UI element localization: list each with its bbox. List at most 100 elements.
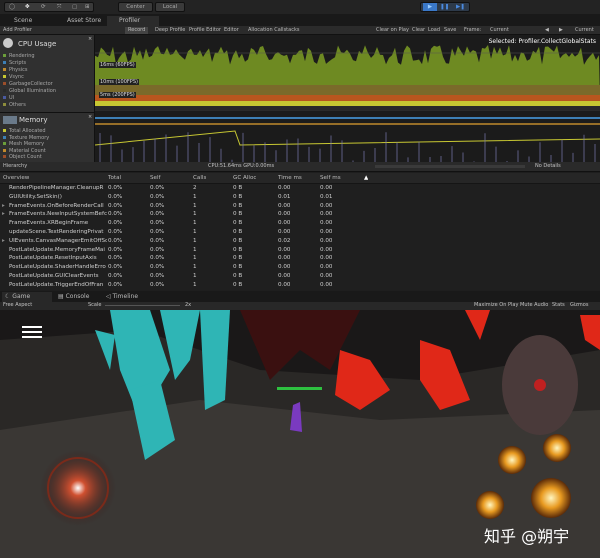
- step-icon[interactable]: ▶❚: [456, 3, 465, 11]
- cpu-legend-item[interactable]: UI: [3, 95, 14, 101]
- save-button[interactable]: Save: [444, 27, 456, 34]
- cpu-legend-item[interactable]: GarbageCollector: [3, 81, 53, 87]
- editor-dropdown[interactable]: Editor: [224, 27, 239, 34]
- hand-tool-icon[interactable]: ◯: [9, 3, 15, 11]
- scale-tool-icon[interactable]: ⤧: [57, 3, 61, 11]
- table-row[interactable]: PostLateUpdate.TriggerEndOfFran 0.0% 0.0% 1…: [0, 281, 600, 290]
- transform-tools[interactable]: ◯ ✥ ⟳ ⤧ ▢ ⊞: [4, 2, 94, 12]
- column-header[interactable]: Time ms: [278, 173, 302, 184]
- table-cell: 0.00: [320, 220, 333, 227]
- table-cell: 0 B: [233, 211, 243, 218]
- expand-arrow-icon[interactable]: ▸: [2, 202, 5, 211]
- tab-asset-store[interactable]: Asset Store: [55, 16, 101, 26]
- column-header[interactable]: GC Alloc: [233, 173, 256, 184]
- details-dropdown[interactable]: No Details: [535, 163, 561, 169]
- tab-timeline[interactable]: ◁ Timeline: [104, 292, 138, 302]
- search-field[interactable]: [375, 165, 525, 168]
- table-cell: 0.00: [320, 264, 333, 271]
- table-row[interactable]: PostLateUpdate.MemoryFrameMai 0.0% 0.0% 1 0 …: [0, 246, 600, 255]
- gizmos-dropdown[interactable]: Gizmos: [570, 302, 588, 308]
- table-row[interactable]: GUIUtility.SetSkin() 0.0% 0.0% 1 0 B 0.01 0.01: [0, 193, 600, 202]
- legend-label: UI: [9, 95, 15, 101]
- game-view[interactable]: 知乎 @朔宇: [0, 310, 600, 558]
- rect-tool-icon[interactable]: ▢: [72, 3, 77, 11]
- memory-icon: [3, 116, 17, 124]
- profiler-timeline-chart[interactable]: Selected: Profiler.CollectGlobalStats 16…: [94, 35, 600, 162]
- profiler-table: RenderPipelineManager.CleanupR 0.0% 0.0% 2 0…: [0, 184, 600, 290]
- pause-icon[interactable]: ❚❚: [440, 3, 449, 11]
- cpu-legend-item[interactable]: Rendering: [3, 53, 35, 59]
- mute-audio-button[interactable]: Mute Audio: [520, 302, 548, 308]
- maximize-on-play-button[interactable]: Maximize On Play: [474, 302, 518, 308]
- add-profiler-dropdown[interactable]: Add Profiler: [3, 27, 32, 34]
- current-frame-button[interactable]: Current: [575, 27, 594, 34]
- table-row[interactable]: FrameEvents.XRBeginFrame 0.0% 0.0% 1 0 B 0.00…: [0, 219, 600, 228]
- table-row[interactable]: ▸ FrameEvents.NewInputSystemBefc 0.0% 0.0% 1…: [0, 210, 600, 219]
- close-module-icon[interactable]: ×: [88, 36, 92, 42]
- table-cell: FrameEvents.XRBeginFrame: [9, 220, 89, 227]
- move-tool-icon[interactable]: ✥: [25, 3, 30, 11]
- tab-game[interactable]: ☾ Game: [2, 292, 52, 302]
- table-row[interactable]: updateScene.TextRenderingPrivat 0.0% 0.0% 1…: [0, 228, 600, 237]
- collapse-icon[interactable]: ▲: [364, 173, 368, 184]
- table-cell: 0.00: [278, 211, 291, 218]
- rotate-tool-icon[interactable]: ⟳: [41, 3, 46, 11]
- next-frame-icon[interactable]: ▶: [559, 27, 563, 34]
- record-button[interactable]: Record: [125, 27, 149, 34]
- expand-arrow-icon[interactable]: ▸: [2, 237, 5, 246]
- column-header[interactable]: Self ms: [320, 173, 341, 184]
- table-row[interactable]: PostLateUpdate.GUIClearEvents 0.0% 0.0% 1 0 …: [0, 272, 600, 281]
- load-button[interactable]: Load: [428, 27, 440, 34]
- cpu-legend-item[interactable]: Others: [3, 102, 26, 108]
- column-header[interactable]: Overview: [3, 173, 29, 184]
- table-cell: UIEvents.CanvasManagerEmitOffSc: [9, 237, 107, 244]
- scale-slider[interactable]: [105, 305, 180, 306]
- deep-profile-button[interactable]: Deep Profile: [155, 27, 185, 34]
- table-cell: 0.00: [320, 211, 333, 218]
- table-row[interactable]: PostLateUpdate.ResetInputAxis 0.0% 0.0% 1 0 …: [0, 254, 600, 263]
- memory-legend-item[interactable]: Object Count: [3, 154, 42, 160]
- table-cell: 0.0%: [150, 264, 165, 271]
- allocation-callstacks-button[interactable]: Allocation Callstacks: [248, 27, 299, 34]
- clear-on-play-button[interactable]: Clear on Play: [376, 27, 409, 34]
- view-mode-dropdown[interactable]: Hierarchy: [3, 163, 27, 169]
- tab-console[interactable]: ▤ Console: [56, 292, 89, 302]
- table-cell: 0.0%: [150, 202, 165, 209]
- table-cell: 0 B: [233, 255, 243, 262]
- clear-button[interactable]: Clear: [412, 27, 425, 34]
- memory-legend-item[interactable]: Texture Memory: [3, 135, 49, 141]
- memory-legend-item[interactable]: Material Count: [3, 148, 46, 154]
- expand-arrow-icon[interactable]: ▸: [2, 210, 5, 219]
- legend-label: Others: [9, 102, 26, 108]
- table-row[interactable]: PostLateUpdate.ShaderHandleErro 0.0% 0.0% 1…: [0, 263, 600, 272]
- joystick: [40, 450, 116, 526]
- memory-module[interactable]: Memory × Total Allocated Texture Memory Me…: [0, 112, 95, 162]
- table-row[interactable]: RenderPipelineManager.CleanupR 0.0% 0.0% 2 0…: [0, 184, 600, 193]
- cpu-usage-module[interactable]: CPU Usage × Rendering Scripts Physics Vsync…: [0, 35, 95, 112]
- legend-label: Texture Memory: [9, 134, 50, 141]
- prev-frame-icon[interactable]: ◀: [545, 27, 549, 34]
- tab-scene[interactable]: Scene: [2, 16, 32, 26]
- cpu-legend-item[interactable]: Global Illumination: [3, 88, 56, 94]
- table-cell: 1: [193, 193, 197, 200]
- cpu-legend-item[interactable]: Physics: [3, 67, 28, 73]
- column-header[interactable]: Calls: [193, 173, 206, 184]
- aspect-dropdown[interactable]: Free Aspect: [3, 302, 32, 308]
- profile-editor-button[interactable]: Profile Editor: [189, 27, 221, 34]
- play-icon[interactable]: ▶: [423, 3, 437, 11]
- table-cell: 0.00: [278, 228, 291, 235]
- stats-button[interactable]: Stats: [552, 302, 565, 308]
- table-row[interactable]: ▸ UIEvents.CanvasManagerEmitOffSc 0.0% 0.0%…: [0, 237, 600, 246]
- pivot-toggle[interactable]: Center: [118, 2, 153, 12]
- cpu-legend-item[interactable]: Scripts: [3, 60, 26, 66]
- transform-tool-icon[interactable]: ⊞: [85, 3, 90, 11]
- column-header[interactable]: Total: [108, 173, 121, 184]
- table-row[interactable]: ▸ FrameEvents.OnBeforeRenderCall 0.0% 0.0% 1…: [0, 202, 600, 211]
- close-module-icon[interactable]: ×: [88, 114, 92, 120]
- memory-legend-item[interactable]: Total Allocated: [3, 128, 46, 134]
- space-toggle[interactable]: Local: [155, 2, 185, 12]
- memory-legend-item[interactable]: Mesh Memory: [3, 141, 44, 147]
- cpu-legend-item[interactable]: Vsync: [3, 74, 24, 80]
- column-header[interactable]: Self: [150, 173, 161, 184]
- tab-profiler[interactable]: Profiler: [107, 16, 159, 26]
